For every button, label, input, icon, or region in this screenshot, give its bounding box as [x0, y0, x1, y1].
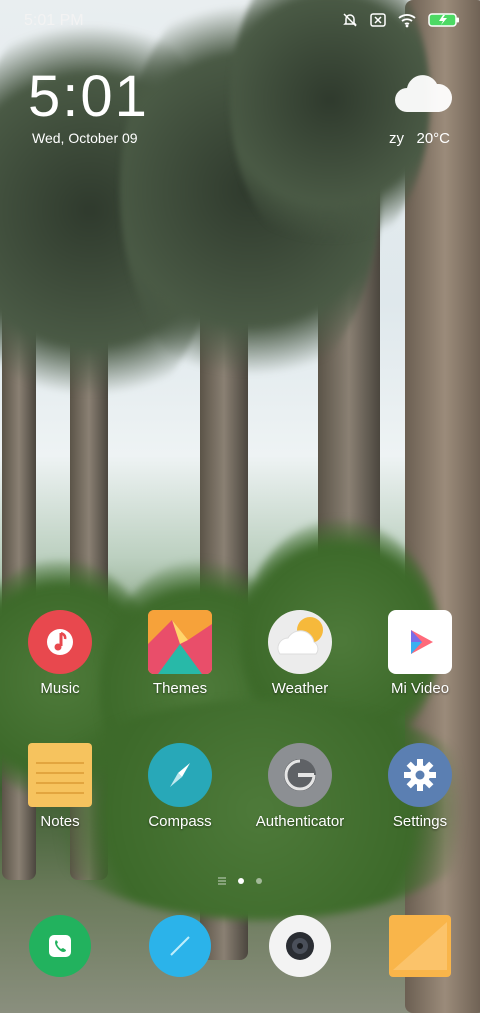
wifi-icon [398, 12, 416, 28]
page-dot-active[interactable] [238, 878, 244, 884]
app-compass[interactable]: Compass [125, 743, 235, 830]
notifications-off-icon [342, 12, 358, 28]
dock [0, 915, 480, 977]
app-music[interactable]: Music [5, 610, 115, 697]
app-label: Music [40, 680, 80, 697]
app-label: Authenticator [255, 813, 345, 830]
dock-gallery[interactable] [365, 915, 475, 977]
app-grid-row-2: Notes Compass Authenticator Settings [0, 743, 480, 830]
app-weather[interactable]: Weather [245, 610, 355, 697]
app-label: Mi Video [390, 680, 450, 697]
weather-temperature: 20°C [416, 130, 450, 147]
notepad-icon [28, 743, 92, 807]
message-icon [149, 915, 211, 977]
app-label: Settings [392, 813, 448, 830]
app-notes[interactable]: Notes [5, 743, 115, 830]
page-dot[interactable] [256, 878, 262, 884]
app-label: Themes [152, 680, 208, 697]
dock-messages[interactable] [125, 915, 235, 977]
clock-time[interactable]: 5:01 [28, 68, 149, 126]
key-dial-icon [268, 743, 332, 807]
camera-lens-icon [269, 915, 331, 977]
page-indicator[interactable] [0, 872, 480, 890]
compass-needle-icon [148, 743, 212, 807]
clock-date: Wed, October 09 [32, 130, 138, 146]
weather-condition: zy [388, 130, 404, 147]
app-label: Notes [40, 813, 80, 830]
app-mi-video[interactable]: Mi Video [365, 610, 475, 697]
dock-camera[interactable] [245, 915, 355, 977]
app-label: Compass [148, 813, 212, 830]
wallpaper [0, 0, 480, 1013]
app-authenticator[interactable]: Authenticator [245, 743, 355, 830]
status-bar: 5:01 PM [0, 0, 480, 42]
app-settings[interactable]: Settings [365, 743, 475, 830]
menu-lines-icon[interactable] [218, 872, 226, 890]
music-note-icon [28, 610, 92, 674]
mountain-icon [148, 610, 212, 674]
dock-phone[interactable] [5, 915, 115, 977]
status-time: 5:01 PM [24, 12, 84, 29]
phone-icon [29, 915, 91, 977]
sun-cloud-icon [268, 610, 332, 674]
app-themes[interactable]: Themes [125, 610, 235, 697]
battery-charging-icon [428, 12, 460, 28]
gear-icon [388, 743, 452, 807]
gallery-icon [389, 915, 451, 977]
app-label: Weather [271, 680, 329, 697]
app-grid-row-1: Music Themes Weather Mi Video [0, 610, 480, 697]
weather-summary[interactable]: zy 20°C [389, 130, 450, 147]
play-icon [388, 610, 452, 674]
sim-missing-icon [370, 12, 386, 28]
cloud-icon[interactable] [393, 72, 453, 119]
